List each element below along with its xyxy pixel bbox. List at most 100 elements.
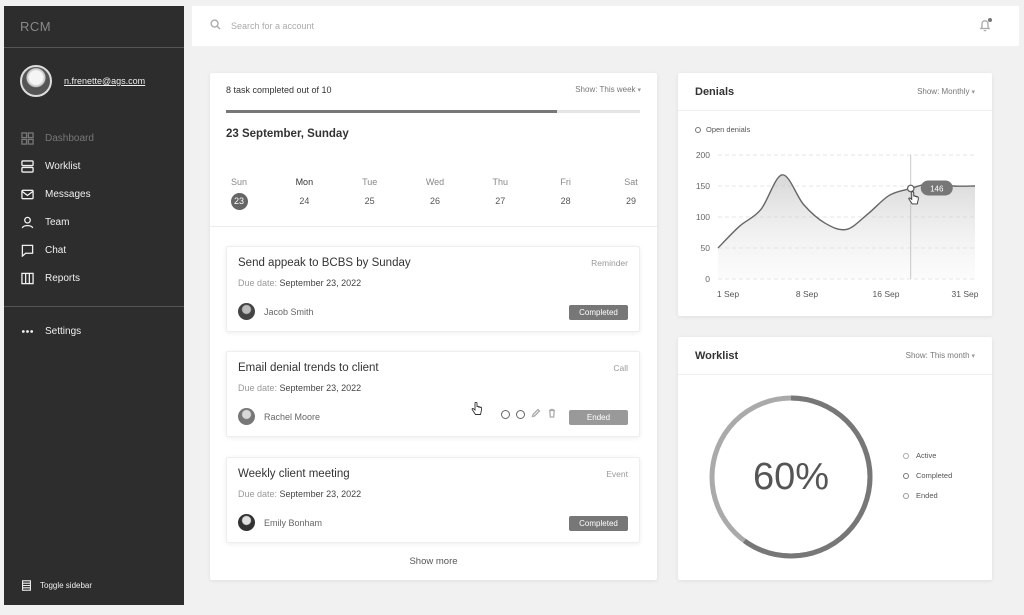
day-tue[interactable]: Tue 25 <box>357 177 383 210</box>
day-name: Thu <box>492 177 509 187</box>
denials-period-select[interactable]: Show: Monthly <box>917 87 975 96</box>
sidebar-item-label: Settings <box>45 325 82 337</box>
legend-label: Completed <box>916 471 953 480</box>
due-label: Due date: <box>238 489 278 499</box>
worklist-card: Worklist Show: This month 60% Active Com… <box>678 337 992 580</box>
denials-chart: 0 50 100 150 200 1 Sep 8 Sep 16 Sep 31 Sep 146 <box>696 150 979 299</box>
reports-icon <box>21 272 34 285</box>
day-name: Tue <box>362 177 378 187</box>
tasks-progress-bar <box>226 110 640 113</box>
y-tick-label: 100 <box>696 212 710 222</box>
worklist-percent: 60% <box>752 456 830 498</box>
status-badge: Ended <box>569 410 628 425</box>
tasks-period-select[interactable]: Show: This week <box>575 85 641 113</box>
status-badge: Completed <box>569 305 628 320</box>
sidebar-item-team[interactable]: Team <box>4 208 184 236</box>
denials-title: Denials <box>695 85 735 98</box>
worklist-period-select[interactable]: Show: This month <box>906 351 975 360</box>
sidebar-item-worklist[interactable]: Worklist <box>4 152 184 180</box>
task-due: Due date: September 23, 2022 <box>238 278 628 288</box>
task-card[interactable]: Send appeak to BCBS by Sunday Reminder D… <box>226 246 640 332</box>
tasks-progress-fill <box>226 110 558 113</box>
chat-icon <box>21 244 34 257</box>
toggle-sidebar-label: Toggle sidebar <box>40 581 93 590</box>
x-tick-label: 16 Sep <box>873 289 900 299</box>
sidebar-item-reports[interactable]: Reports <box>4 264 184 292</box>
assignee-name: Emily Bonham <box>264 517 323 528</box>
task-title: Email denial trends to client <box>238 362 379 374</box>
user-email-link[interactable]: n.frenette@ags.com <box>64 76 145 86</box>
avatar <box>238 408 255 425</box>
worklist-header: Worklist Show: This month <box>678 337 992 375</box>
sidebar-nav: Dashboard Worklist Messages Team Chat Re… <box>4 114 184 292</box>
day-name: Fri <box>560 177 571 187</box>
day-thu[interactable]: Thu 27 <box>487 177 513 210</box>
task-due: Due date: September 23, 2022 <box>238 489 628 499</box>
day-wed[interactable]: Wed 26 <box>422 177 448 210</box>
radio-circle-icon[interactable] <box>501 409 510 419</box>
y-tick-label: 200 <box>696 150 710 160</box>
more-dots-icon <box>21 325 34 338</box>
search-icon <box>210 17 221 35</box>
worklist-icon <box>21 159 34 173</box>
sidebar: RCM n.frenette@ags.com Dashboard Worklis… <box>4 6 184 605</box>
task-type: Reminder <box>591 258 628 268</box>
sidebar-item-dashboard[interactable]: Dashboard <box>4 124 184 152</box>
trash-icon[interactable] <box>547 405 557 423</box>
day-sat[interactable]: Sat 29 <box>618 177 644 210</box>
day-number: 28 <box>560 196 571 206</box>
edit-icon[interactable] <box>531 405 541 423</box>
x-tick-label: 8 Sep <box>796 289 818 299</box>
tasks-header: 8 task completed out of 10 Show: This we… <box>210 73 657 113</box>
task-type: Event <box>606 469 628 479</box>
sidebar-item-label: Chat <box>45 244 67 256</box>
notification-dot <box>988 18 992 22</box>
day-number: 23 <box>230 193 248 210</box>
user-icon <box>21 216 34 229</box>
due-date: September 23, 2022 <box>279 383 362 393</box>
sidebar-item-label: Dashboard <box>45 132 94 144</box>
notification-bell-icon[interactable] <box>979 18 992 37</box>
hover-point <box>906 184 915 193</box>
sidebar-item-settings[interactable]: Settings <box>4 317 184 345</box>
legend-label: Open denials <box>706 125 751 134</box>
avatar <box>238 303 255 320</box>
sidebar-item-label: Reports <box>45 272 81 284</box>
radio-circle-icon[interactable] <box>516 409 525 419</box>
worklist-title: Worklist <box>695 349 739 362</box>
sidebar-item-chat[interactable]: Chat <box>4 236 184 264</box>
week-divider <box>210 226 657 227</box>
mail-icon <box>21 188 34 201</box>
due-label: Due date: <box>238 383 278 393</box>
avatar[interactable] <box>20 65 52 97</box>
dashboard-icon <box>21 131 34 145</box>
worklist-legend: Active Completed Ended <box>903 451 952 511</box>
sidebar-toggle-icon <box>21 580 32 591</box>
week-strip: Sun 23 Mon 24 Tue 25 Wed 26 Thu 27 Fri 28 Sat 2… <box>226 177 644 210</box>
tasks-card: 8 task completed out of 10 Show: This we… <box>210 73 657 580</box>
day-sun[interactable]: Sun 23 <box>226 177 252 210</box>
task-title: Send appeak to BCBS by Sunday <box>238 257 411 269</box>
task-assignee: Emily Bonham <box>238 514 322 531</box>
search-input[interactable] <box>231 21 531 31</box>
y-tick-label: 50 <box>701 243 711 253</box>
y-tick-label: 150 <box>696 181 710 191</box>
show-more-button[interactable]: Show more <box>210 556 657 567</box>
day-number: 27 <box>495 196 506 206</box>
task-assignee: Rachel Moore <box>238 408 320 425</box>
legend-label: Ended <box>916 491 938 500</box>
day-fri[interactable]: Fri 28 <box>553 177 579 210</box>
tooltip-value: 146 <box>930 184 944 193</box>
sidebar-item-messages[interactable]: Messages <box>4 180 184 208</box>
x-tick-label: 1 Sep <box>717 289 739 299</box>
top-bar <box>192 6 1019 46</box>
sidebar-item-label: Worklist <box>45 160 81 172</box>
toggle-sidebar-button[interactable]: Toggle sidebar <box>21 580 92 591</box>
task-card[interactable]: Email denial trends to client Call Due d… <box>226 351 640 437</box>
day-number: 29 <box>625 196 636 206</box>
sidebar-divider <box>4 306 184 307</box>
task-card[interactable]: Weekly client meeting Event Due date: Se… <box>226 457 640 543</box>
day-mon[interactable]: Mon 24 <box>291 177 317 210</box>
task-actions <box>501 405 557 423</box>
task-due: Due date: September 23, 2022 <box>238 383 628 393</box>
